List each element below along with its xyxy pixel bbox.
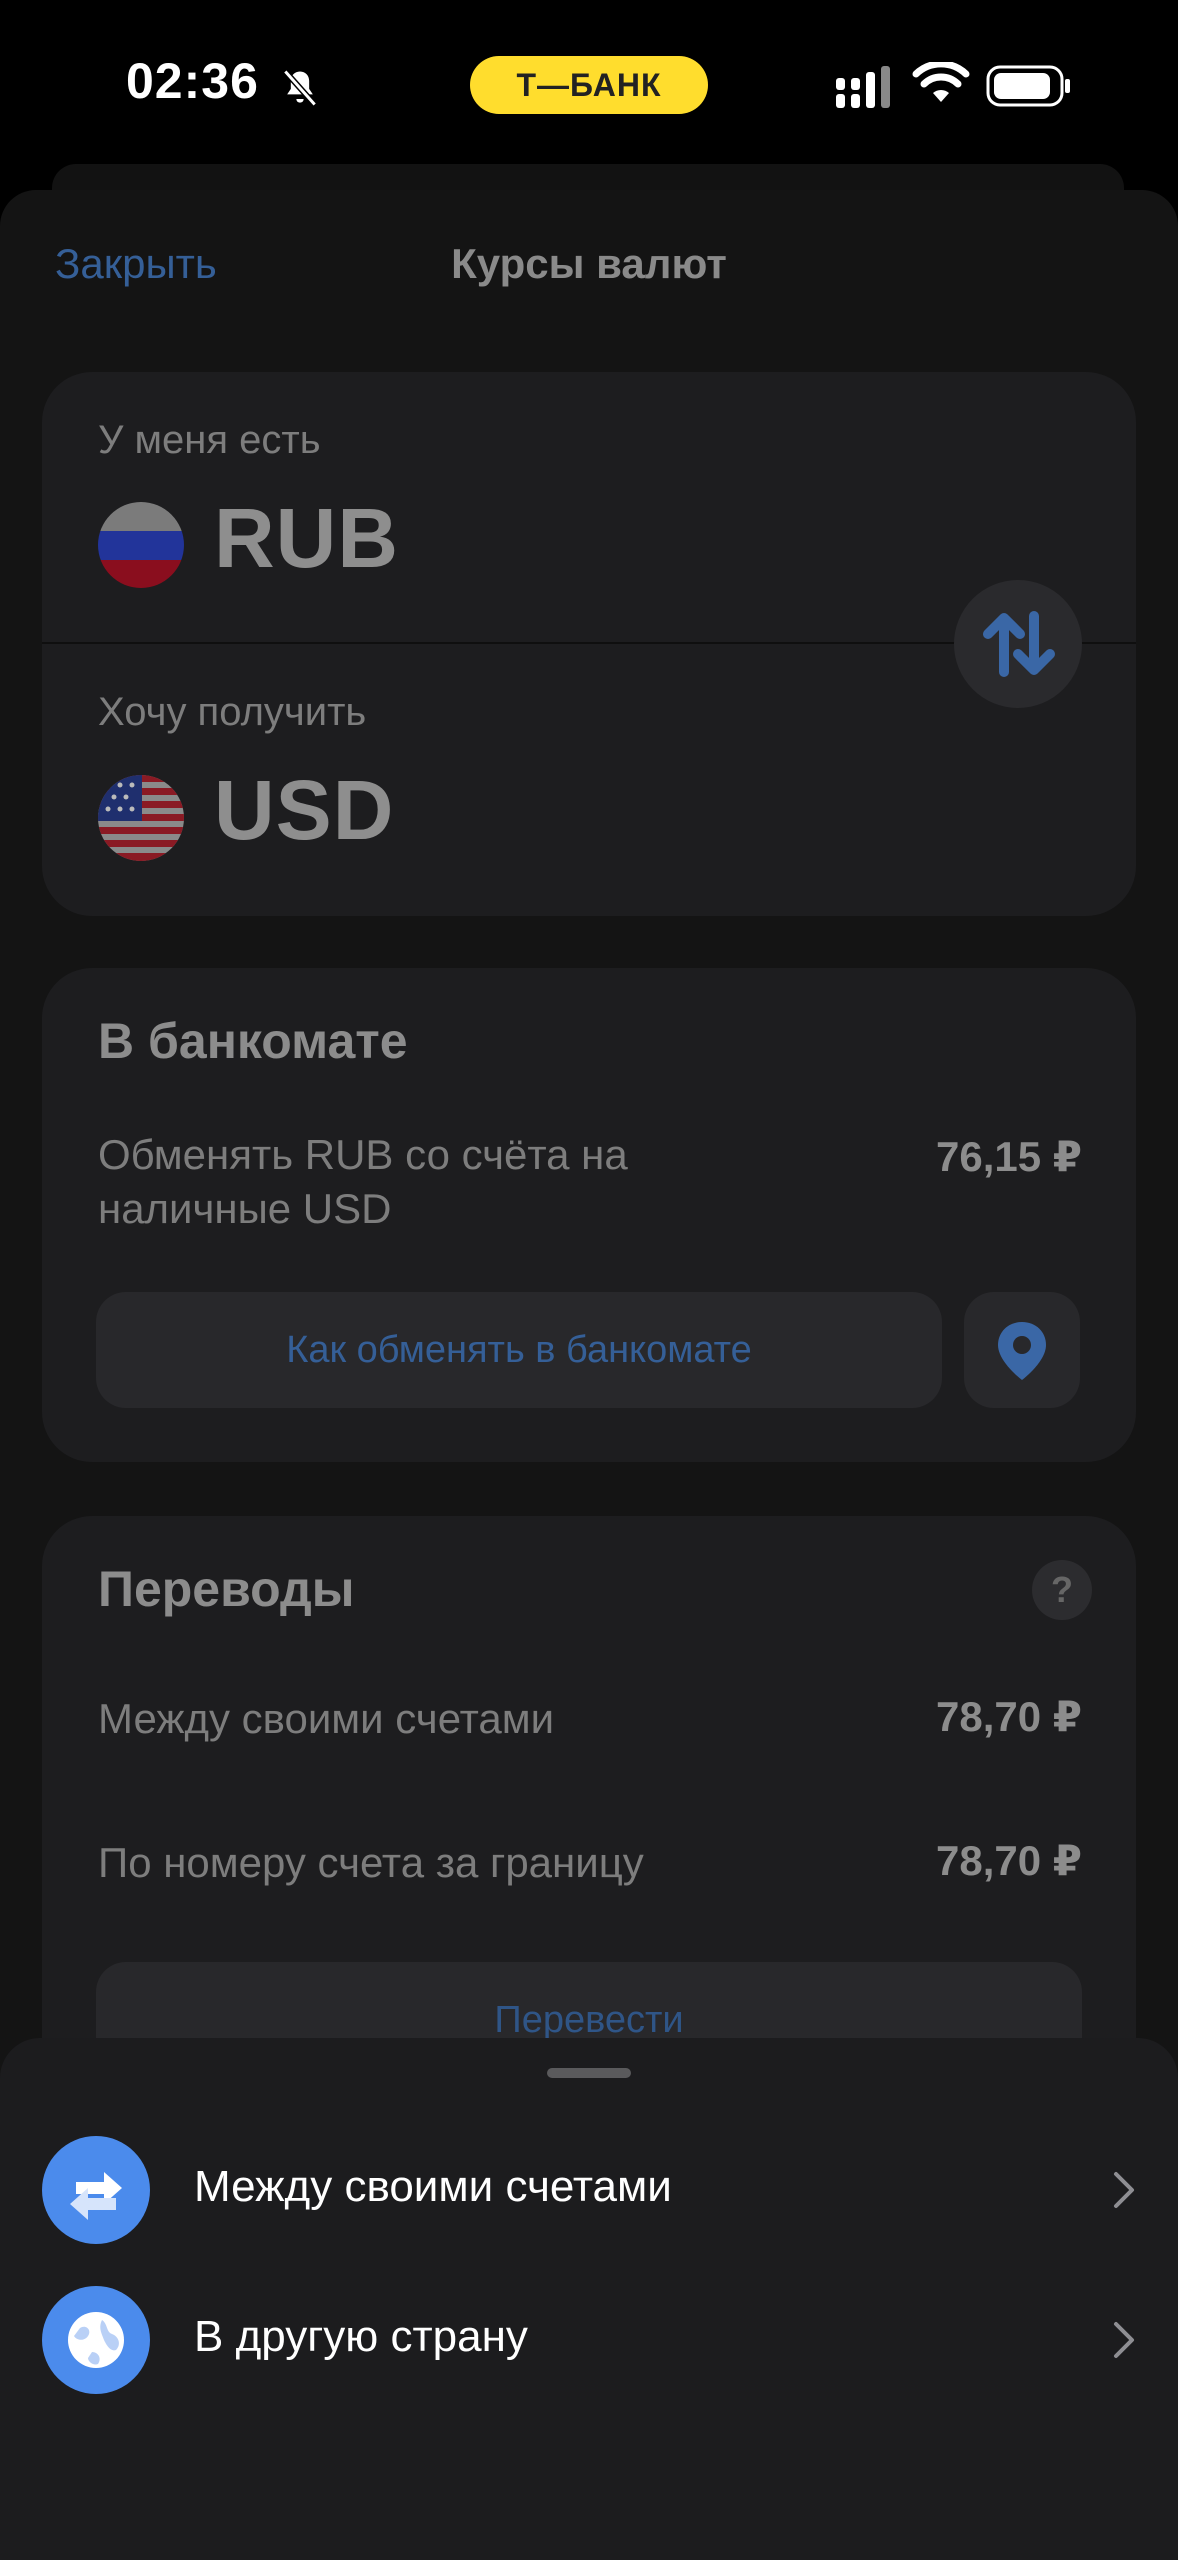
swap-vertical-icon — [983, 611, 1055, 677]
atm-rate-description: Обменять RUB со счёта на наличные USD — [98, 1131, 628, 1232]
transfers-title: Переводы — [98, 1561, 355, 1617]
currency-selector-card: У меня есть RUB Хочу получить USD — [42, 372, 1136, 916]
menu-item-label: Между своими счетами — [194, 2162, 672, 2211]
want-label: Хочу получить — [98, 690, 367, 734]
wifi-icon — [912, 62, 970, 102]
menu-item-other-country[interactable]: В другую страну — [0, 2274, 1178, 2404]
chevron-right-icon — [1114, 2172, 1134, 2208]
bank-badge: Т—БАНК — [470, 56, 708, 114]
sheet-grabber[interactable] — [547, 2068, 631, 2078]
chevron-right-icon — [1114, 2322, 1134, 2358]
transfer-row-value: 78,70 ₽ — [936, 1693, 1082, 1740]
atm-title: В банкомате — [98, 1013, 408, 1069]
want-currency[interactable]: USD — [214, 762, 394, 859]
transfer-row-label: По номеру счета за границу — [98, 1839, 644, 1886]
bell-slash-icon — [283, 69, 317, 107]
atm-card: В банкомате Обменять RUB со счёта на нал… — [42, 968, 1136, 1462]
transfer-options-sheet: Между своими счетами В другую страну — [0, 2038, 1178, 2560]
menu-item-label: В другую страну — [194, 2312, 528, 2361]
status-time: 02:36 — [126, 53, 259, 109]
transfer-row-label: Между своими счетами — [98, 1695, 555, 1742]
globe-icon — [42, 2286, 150, 2394]
atm-rate-value: 76,15 ₽ — [936, 1133, 1082, 1180]
menu-item-own-accounts[interactable]: Между своими счетами — [0, 2124, 1178, 2254]
map-pin-icon — [998, 1322, 1046, 1380]
help-icon[interactable]: ? — [1032, 1560, 1092, 1620]
transfer-row-value: 78,70 ₽ — [936, 1837, 1082, 1884]
atm-map-button[interactable] — [964, 1292, 1080, 1408]
usa-flag-icon[interactable] — [98, 775, 184, 861]
battery-icon — [986, 65, 1070, 107]
swap-button[interactable] — [954, 580, 1082, 708]
have-label: У меня есть — [98, 418, 321, 462]
atm-howto-button[interactable]: Как обменять в банкомате — [96, 1292, 942, 1408]
have-currency[interactable]: RUB — [214, 490, 399, 587]
transfer-arrows-icon — [42, 2136, 150, 2244]
transfers-card: Переводы ? Между своими счетами 78,70 ₽ … — [42, 1516, 1136, 2116]
page-title: Курсы валют — [451, 240, 727, 287]
signal-icon — [836, 66, 890, 108]
russia-flag-icon[interactable] — [98, 502, 184, 588]
status-bar: 02:36 Т—БАНК — [0, 0, 1178, 160]
